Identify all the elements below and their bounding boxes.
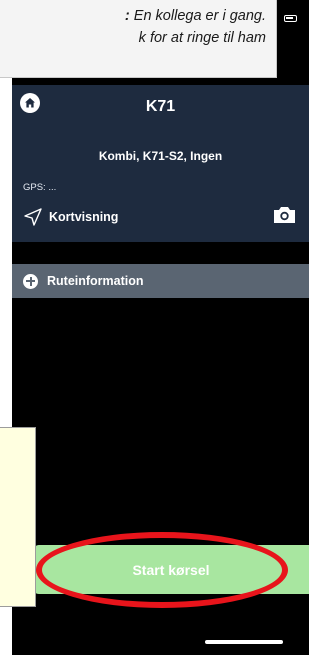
annotation-note-box [0, 427, 36, 607]
route-info-label: Ruteinformation [47, 274, 144, 288]
battery-icon [284, 15, 297, 22]
vehicle-title: K71 [145, 98, 176, 115]
plus-circle-icon [23, 273, 38, 289]
page: K71 Kombi, K71-S2, Ingen GPS: ... Kortvi… [0, 0, 317, 655]
map-view-label: Kortvisning [49, 210, 119, 224]
map-view-link[interactable]: Kortvisning [23, 207, 118, 227]
annotation-tooltip: : En kollega er i gang. k for at ringe t… [0, 0, 277, 78]
camera-icon[interactable] [272, 205, 297, 225]
tooltip-prefix: : [124, 8, 130, 24]
vehicle-header-card: K71 Kombi, K71-S2, Ingen GPS: ... Kortvi… [12, 85, 309, 242]
start-driving-button[interactable]: Start kørsel [33, 545, 309, 594]
tooltip-line-1: En kollega er i gang. [133, 8, 266, 24]
route-info-toggle[interactable]: Ruteinformation [12, 264, 309, 298]
gps-status: GPS: ... [23, 182, 57, 193]
navigation-arrow-icon [24, 208, 42, 226]
tooltip-line-2: k for at ringe til ham [138, 30, 266, 46]
home-indicator [205, 640, 283, 644]
vehicle-subtitle: Kombi, K71-S2, Ingen [98, 149, 223, 163]
